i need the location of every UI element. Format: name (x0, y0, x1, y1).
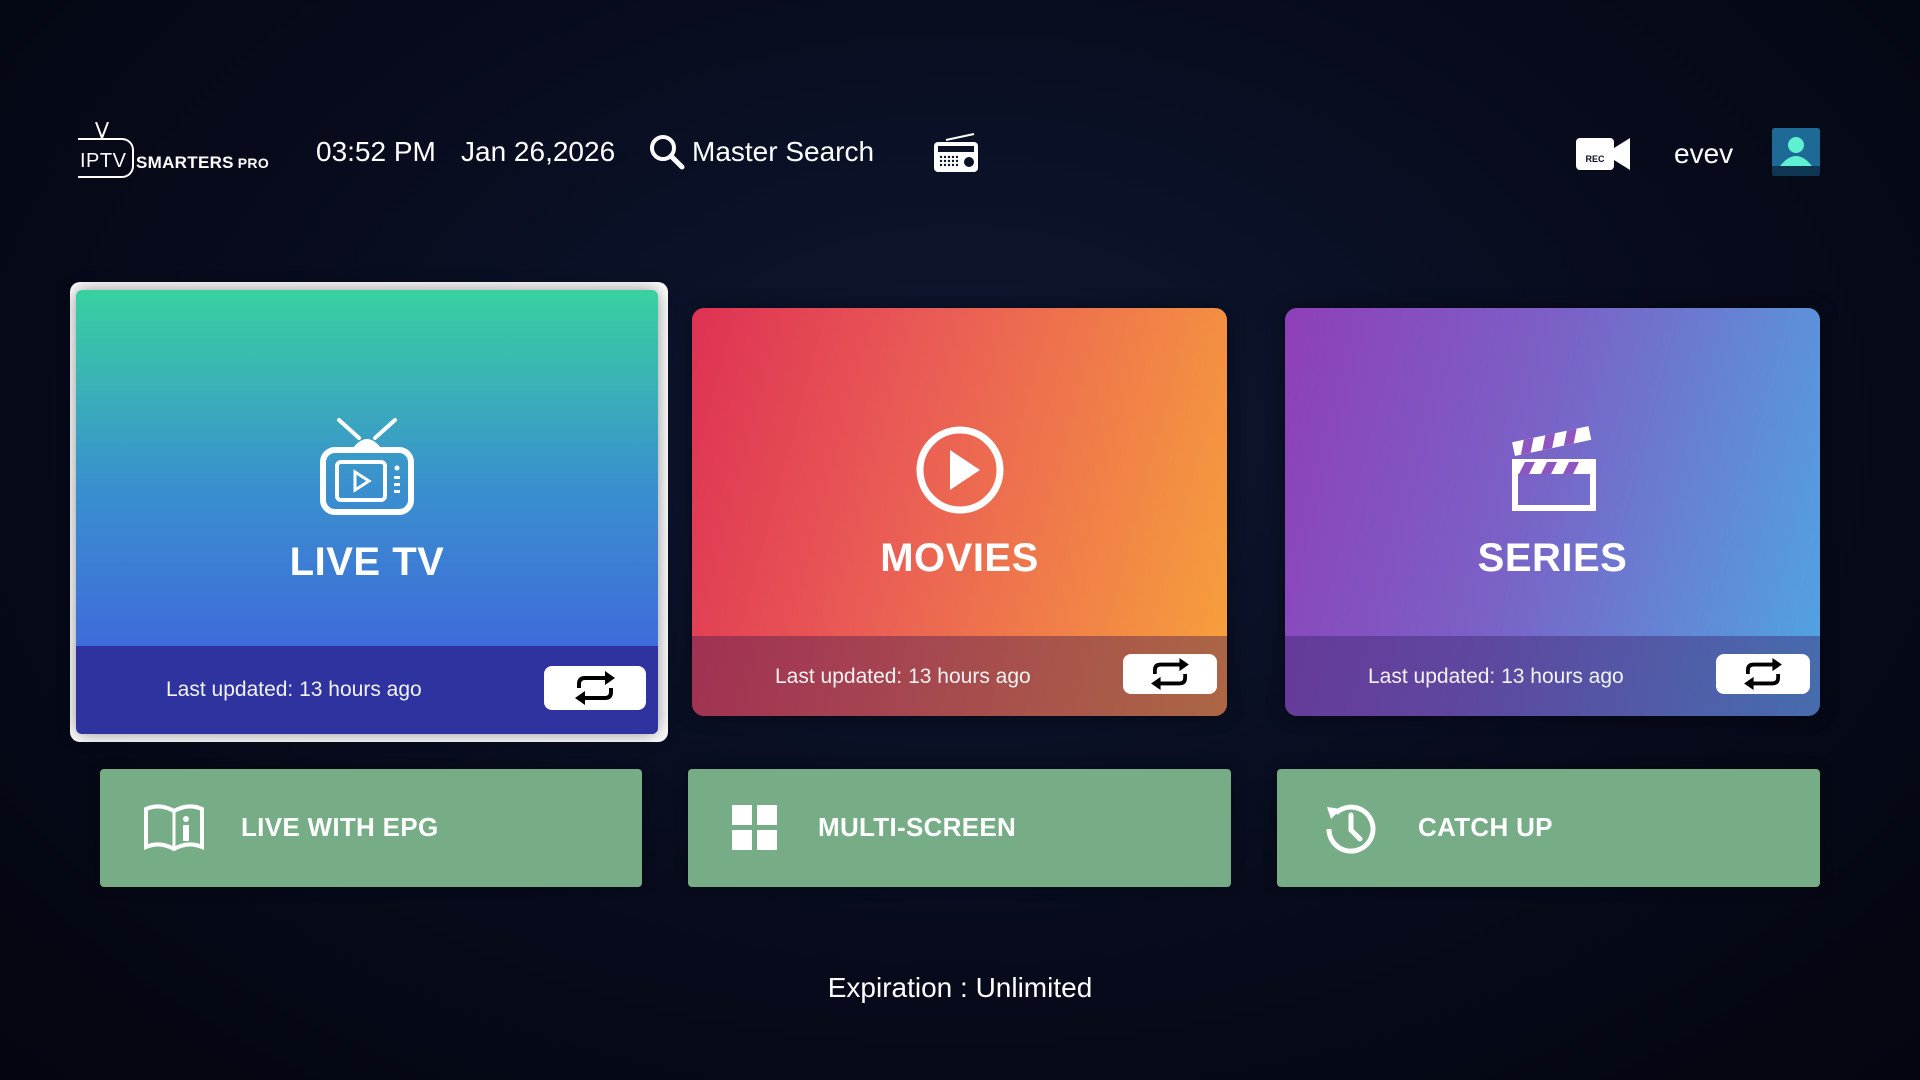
top-bar: IPTV SMARTERS PRO 03:52 PM Jan 26,2026 Ma… (0, 108, 1920, 198)
logo-smarters: SMARTERS (136, 153, 234, 172)
master-search-button[interactable]: Master Search (648, 130, 874, 174)
catch-up-label: CATCH UP (1418, 812, 1553, 842)
movies-footer: Last updated: 13 hours ago (692, 636, 1227, 716)
live-tv-refresh-button[interactable] (544, 666, 646, 710)
movies-refresh-button[interactable] (1123, 654, 1217, 694)
live-with-epg-label: LIVE WITH EPG (241, 812, 439, 842)
series-footer: Last updated: 13 hours ago (1285, 636, 1820, 716)
play-circle-icon (916, 426, 1003, 514)
movies-last-updated: Last updated: 13 hours ago (775, 665, 1031, 688)
clock-time: 03:52 PM (316, 136, 436, 167)
tv-icon (320, 418, 414, 515)
username: evev (1674, 138, 1734, 169)
user-avatar-icon (1772, 128, 1820, 176)
live-with-epg-button[interactable]: LIVE WITH EPG (100, 769, 642, 887)
logo-pro: PRO (237, 155, 270, 171)
movies-title: MOVIES (880, 536, 1039, 580)
radio-icon[interactable] (932, 132, 980, 174)
live-tv-footer: Last updated: 13 hours ago (76, 646, 658, 734)
series-last-updated: Last updated: 13 hours ago (1368, 665, 1624, 688)
live-tv-tile[interactable]: LIVE TV Last updated: 13 hours ago (76, 290, 658, 734)
multi-screen-button[interactable]: MULTI-SCREEN (688, 769, 1231, 887)
grid-icon (732, 805, 777, 850)
user-avatar-button[interactable] (1772, 128, 1820, 176)
series-tile[interactable]: SERIES Last updated: 13 hours ago (1285, 308, 1820, 716)
app-logo: IPTV SMARTERS PRO (78, 122, 278, 192)
series-refresh-button[interactable] (1716, 654, 1810, 694)
master-search-label: Master Search (692, 136, 875, 167)
history-icon (1326, 804, 1376, 854)
refresh-icon (575, 671, 615, 705)
catch-up-button[interactable]: CATCH UP (1277, 769, 1820, 887)
movies-tile[interactable]: MOVIES Last updated: 13 hours ago (692, 308, 1227, 716)
clapperboard-icon (1511, 426, 1596, 511)
live-tv-last-updated: Last updated: 13 hours ago (166, 678, 422, 701)
clock-date: Jan 26,2026 (461, 136, 616, 167)
search-icon (650, 135, 685, 170)
logo-brand-text: SMARTERS PRO (136, 153, 269, 173)
multi-screen-label: MULTI-SCREEN (818, 812, 1017, 842)
refresh-icon (1151, 657, 1189, 691)
book-info-icon (144, 804, 204, 852)
refresh-icon (1744, 657, 1782, 691)
rec-label: REC (1585, 154, 1605, 164)
live-tv-title: LIVE TV (289, 540, 445, 584)
expiration-text: Expiration : Unlimited (827, 972, 1093, 1003)
series-title: SERIES (1477, 536, 1628, 580)
logo-iptv-text: IPTV (80, 150, 127, 172)
rec-camera-icon[interactable]: REC (1576, 136, 1632, 172)
